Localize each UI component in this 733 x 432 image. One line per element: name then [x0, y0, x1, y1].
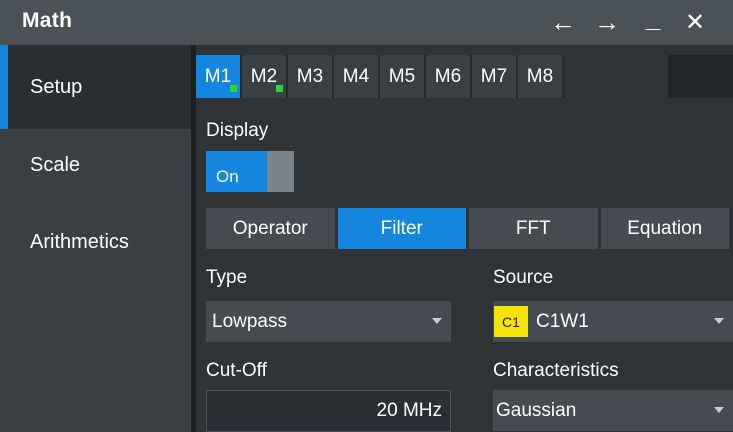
sidebar-item-label: Setup — [30, 75, 83, 98]
tab-m8[interactable]: M8 — [518, 55, 564, 98]
characteristics-value: Gaussian — [496, 399, 577, 421]
tab-label: FFT — [515, 217, 551, 239]
math-mode-tabs: Operator Filter FFT Equation — [206, 208, 729, 249]
type-label: Type — [206, 267, 248, 288]
active-indicator-icon — [230, 85, 237, 92]
chevron-down-icon — [714, 407, 724, 413]
source-label: Source — [493, 267, 554, 288]
active-indicator-icon — [276, 85, 283, 92]
source-dropdown[interactable]: C1 C1W1 — [493, 301, 733, 342]
title-bar: Math ← → _ ✕ — [0, 0, 733, 45]
window-title: Math — [22, 9, 73, 32]
sidebar-item-arithmetics[interactable]: Arithmetics — [0, 200, 191, 284]
channel-badge: C1 — [494, 306, 528, 337]
tab-m5[interactable]: M5 — [380, 55, 426, 98]
cutoff-value: 20 MHz — [376, 400, 442, 421]
type-value: Lowpass — [212, 310, 287, 332]
characteristics-dropdown[interactable]: Gaussian — [493, 390, 733, 431]
cutoff-input[interactable]: 20 MHz — [206, 390, 451, 432]
tab-m7[interactable]: M7 — [472, 55, 518, 98]
tab-label: M8 — [526, 65, 554, 87]
display-toggle[interactable]: On — [206, 151, 294, 192]
sidebar-item-label: Scale — [30, 153, 81, 176]
display-label: Display — [206, 120, 269, 141]
toggle-state: On — [206, 151, 267, 192]
minimize-icon[interactable]: _ — [638, 2, 668, 34]
tab-label: M7 — [480, 65, 508, 87]
setup-panel: M1 M2 M3 M4 M5 M6 M7 M8 Display On Opera… — [196, 45, 733, 432]
chevron-down-icon — [714, 318, 724, 324]
tab-equation[interactable]: Equation — [600, 208, 729, 249]
tab-m3[interactable]: M3 — [288, 55, 334, 98]
cutoff-label: Cut-Off — [206, 360, 267, 381]
sidebar-item-setup[interactable]: Setup — [0, 45, 191, 129]
sidebar-item-scale[interactable]: Scale — [0, 123, 191, 207]
tab-label: M3 — [296, 65, 324, 87]
chevron-down-icon — [432, 318, 442, 324]
tab-label: Equation — [627, 217, 703, 239]
tab-label: M2 — [250, 65, 278, 87]
close-icon[interactable]: ✕ — [680, 6, 710, 38]
toggle-knob — [267, 151, 294, 192]
type-dropdown[interactable]: Lowpass — [206, 301, 451, 342]
tab-label: M6 — [434, 65, 462, 87]
tab-filter[interactable]: Filter — [337, 208, 466, 249]
tab-m4[interactable]: M4 — [334, 55, 380, 98]
tab-label: Operator — [232, 217, 308, 239]
sidebar-item-label: Arithmetics — [30, 230, 129, 253]
forward-arrow-icon[interactable]: → — [592, 6, 622, 38]
tab-label: M5 — [388, 65, 416, 87]
back-arrow-icon[interactable]: ← — [548, 6, 578, 38]
tab-label: M1 — [204, 65, 232, 87]
tab-m1[interactable]: M1 — [196, 55, 242, 98]
characteristics-label: Characteristics — [493, 360, 619, 381]
source-value: C1W1 — [536, 310, 589, 332]
tab-fft[interactable]: FFT — [469, 208, 598, 249]
tab-operator[interactable]: Operator — [206, 208, 335, 249]
tab-label: Filter — [380, 217, 423, 239]
tab-bar-filler — [668, 55, 733, 98]
tab-label: M4 — [342, 65, 370, 87]
tab-m2[interactable]: M2 — [242, 55, 288, 98]
tab-m6[interactable]: M6 — [426, 55, 472, 98]
math-channel-tabs: M1 M2 M3 M4 M5 M6 M7 M8 — [196, 55, 564, 98]
sidebar: Setup Scale Arithmetics — [0, 45, 191, 432]
